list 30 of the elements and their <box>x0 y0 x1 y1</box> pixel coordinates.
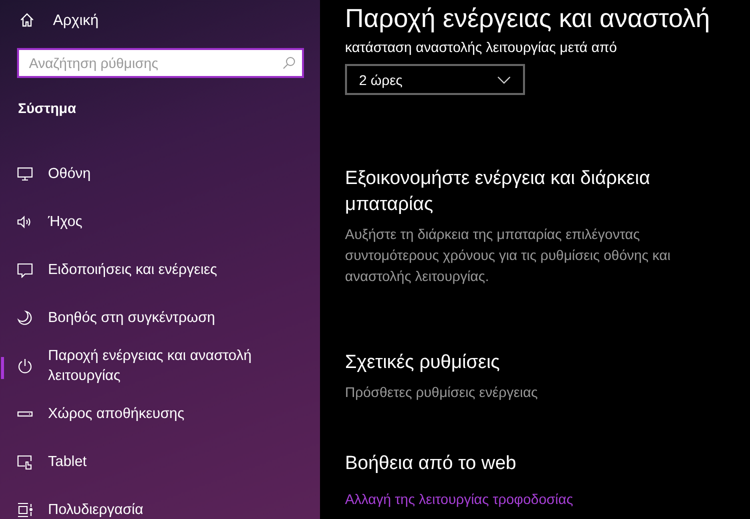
nav-item[interactable]: Ήχος <box>0 198 320 246</box>
home-icon <box>19 12 35 28</box>
section-heading: Εξοικονομήστε ενέργεια και διάρκεια μπαταρίας <box>345 167 652 217</box>
help-link[interactable]: Αλλαγή της λειτουργίας τροφοδοσίας <box>345 491 750 507</box>
home-link[interactable]: Αρχική <box>53 12 99 28</box>
nav-item[interactable]: Ειδοποιήσεις και ενέργειες <box>0 246 320 294</box>
description-text: Αυξήστε τη διάρκεια της μπαταρίας επιλέγοντας συντομότερους χρόνους για τις ρυθμίσεις οθόνης και αναστολής λειτουργίας. <box>345 225 672 286</box>
page-title: Παροχή ενέργειας και αναστολή <box>345 2 711 34</box>
settings-link[interactable]: Πρόσθετες ρυθμίσεις ενέργειας <box>345 384 750 400</box>
nav-item[interactable]: Παροχή ενέργειας και αναστολή λειτουργίας <box>0 342 320 390</box>
search-icon <box>282 56 296 70</box>
section-heading: Σύστημα <box>18 100 78 116</box>
nav-item[interactable]: Tablet <box>0 438 320 486</box>
speaker-icon <box>17 214 33 230</box>
sleep-label: κατάσταση αναστολής λειτουργίας μετά από <box>345 39 618 55</box>
tablet-icon <box>17 454 33 470</box>
chevron-icon <box>497 76 511 84</box>
section-heading: Σχετικές ρυθμίσεις <box>345 351 501 375</box>
moon-icon <box>17 310 33 326</box>
windows-icon <box>17 502 33 518</box>
nav-item[interactable]: Πολυδιεργασία <box>0 486 320 519</box>
sleep-dropdown[interactable]: 2 ώρες <box>345 64 525 95</box>
power-icon <box>17 358 33 374</box>
nav-item[interactable]: Χώρος αποθήκευσης <box>0 390 320 438</box>
section-heading: Βοήθεια από το web <box>345 452 518 476</box>
nav-item[interactable]: Βοηθός στη συγκέντρωση <box>0 294 320 342</box>
monitor-icon <box>17 166 33 182</box>
nav-item[interactable]: Οθόνη <box>0 150 320 198</box>
search-field[interactable]: Αναζήτηση ρύθμισης <box>17 48 304 78</box>
message-icon <box>17 262 33 278</box>
